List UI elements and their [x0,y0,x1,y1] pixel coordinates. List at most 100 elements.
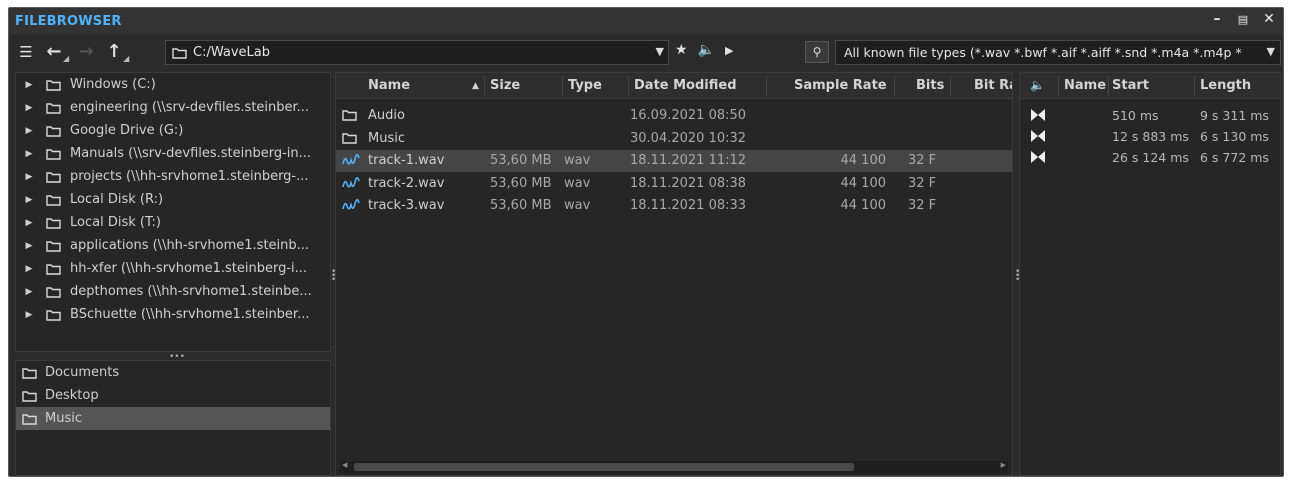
column-header-size[interactable]: Size [490,78,520,93]
filebrowser-panel: FILEBROWSER – ▤ ✕ ☰ ← ◢ → ↑ ◢ C:/WaveLab… [8,7,1284,477]
column-header-name[interactable]: Name [368,78,410,93]
tree-item-label: depthomes (\\hh-srvhome1.steinbe... [70,284,312,299]
tree-item[interactable]: ▶ engineering (\\srv-devfiles.steinber... [16,96,330,119]
expand-triangle-icon[interactable]: ▶ [20,218,38,228]
up-history-chevron-icon[interactable]: ◢ [123,54,129,63]
file-bits: 32 F [908,153,937,168]
marker-length: 9 s 311 ms [1200,108,1269,123]
column-header-bits[interactable]: Bits [916,78,944,93]
tree-item-label: Windows (C:) [70,77,156,92]
horizontal-scrollbar[interactable]: ◀ ▶ [340,461,1008,473]
play-icon[interactable]: ▶ [725,44,733,57]
column-header-type[interactable]: Type [568,78,602,93]
expand-triangle-icon[interactable]: ▶ [20,310,38,320]
marker-icon [1030,150,1046,164]
folder-icon [22,390,37,402]
star-icon[interactable]: ★ [675,42,688,58]
file-row[interactable]: Music 30.04.2020 10:32 [336,128,1012,150]
folder-icon [46,171,61,183]
file-list: Name ▲ Size Type Date Modified Sample Ra… [335,72,1013,476]
back-history-chevron-icon[interactable]: ◢ [63,54,69,63]
tree-item[interactable]: ▶ hh-xfer (\\hh-srvhome1.steinberg-i... [16,257,330,280]
path-field[interactable]: C:/WaveLab ▼ [165,40,669,65]
file-type-filter[interactable]: All known file types (*.wav *.bwf *.aif … [835,40,1281,65]
file-name: track-1.wav [368,153,445,168]
scroll-left-icon[interactable]: ◀ [342,461,347,469]
file-row[interactable]: Audio 16.09.2021 08:50 [336,105,1012,127]
expand-triangle-icon[interactable]: ▶ [20,126,38,136]
expand-triangle-icon[interactable]: ▶ [20,195,38,205]
column-header-marker-name[interactable]: Name [1064,78,1106,93]
up-arrow-icon[interactable]: ↑ [103,40,125,64]
back-arrow-icon[interactable]: ← [43,40,65,64]
marker-row[interactable]: 26 s 124 ms 6 s 772 ms [1020,147,1280,168]
favorite-item[interactable]: Desktop [16,384,330,407]
toolbar: ☰ ← ◢ → ↑ ◢ C:/WaveLab ▼ ★ 🔈 ▶ ⚲ All kno… [9,38,1283,68]
file-row[interactable]: track-1.wav 53,60 MB wav 18.11.2021 11:12 44… [336,150,1012,172]
view-options-icon[interactable]: ☰ [15,40,37,64]
title-bar: FILEBROWSER – ▤ ✕ [9,8,1283,34]
column-header-bit-rate[interactable]: Bit Ra [974,78,1012,93]
file-row[interactable]: track-3.wav 53,60 MB wav 18.11.2021 08:33 44… [336,195,1012,217]
chevron-down-icon[interactable]: ▼ [656,45,664,58]
favorite-item[interactable]: Documents [16,361,330,384]
waveform-icon [342,198,360,217]
file-date-modified: 18.11.2021 11:12 [630,153,747,168]
tree-item[interactable]: ▶ Windows (C:) [16,73,330,96]
scroll-right-icon[interactable]: ▶ [1001,461,1006,469]
marker-start: 12 s 883 ms [1112,129,1189,144]
column-header-length[interactable]: Length [1200,78,1251,93]
file-name: Audio [368,108,405,123]
folder-tree: ▶ Windows (C:) ▶ engineering (\\srv-devfile… [15,72,331,352]
column-header-start[interactable]: Start [1112,78,1149,93]
column-header-sample-rate[interactable]: Sample Rate [794,78,887,93]
tree-item[interactable]: ▶ Google Drive (G:) [16,119,330,142]
tree-item[interactable]: ▶ BSchuette (\\hh-srvhome1.steinber... [16,303,330,326]
speaker-icon[interactable]: 🔈 [1030,78,1045,92]
folder-icon [46,286,61,298]
expand-triangle-icon[interactable]: ▶ [20,80,38,90]
chevron-down-icon[interactable]: ▼ [1267,45,1275,58]
marker-row[interactable]: 12 s 883 ms 6 s 130 ms [1020,126,1280,147]
expand-triangle-icon[interactable]: ▶ [20,172,38,182]
tree-item[interactable]: ▶ Local Disk (R:) [16,188,330,211]
file-bits: 32 F [908,198,937,213]
forward-arrow-icon[interactable]: → [75,40,97,64]
tree-item-label: applications (\\hh-srvhome1.steinb... [70,238,310,253]
close-icon[interactable]: ✕ [1261,11,1277,29]
tree-item[interactable]: ▶ depthomes (\\hh-srvhome1.steinbe... [16,280,330,303]
folder-icon [46,79,61,91]
minimize-icon[interactable]: – [1209,11,1225,29]
marker-row[interactable]: 510 ms 9 s 311 ms [1020,105,1280,126]
folder-icon [46,125,61,137]
tree-item[interactable]: ▶ projects (\\hh-srvhome1.steinberg-... [16,165,330,188]
folder-icon [46,194,61,206]
waveform-icon [342,153,360,172]
scrollbar-thumb[interactable] [354,463,854,471]
file-row[interactable]: track-2.wav 53,60 MB wav 18.11.2021 08:38 44… [336,173,1012,195]
speaker-icon[interactable]: 🔈 [698,42,715,58]
expand-triangle-icon[interactable]: ▶ [20,149,38,159]
expand-triangle-icon[interactable]: ▶ [20,264,38,274]
expand-triangle-icon[interactable]: ▶ [20,241,38,251]
search-button[interactable]: ⚲ [805,41,829,63]
sort-ascending-icon: ▲ [472,81,479,91]
expand-triangle-icon[interactable]: ▶ [20,287,38,297]
tree-item-label: BSchuette (\\hh-srvhome1.steinber... [70,307,310,322]
folder-icon [22,367,37,379]
folder-icon [342,132,357,148]
layout-icon[interactable]: ▤ [1235,11,1251,29]
panel-title: FILEBROWSER [15,13,122,29]
file-name: track-2.wav [368,175,445,191]
favorite-item[interactable]: Music [16,407,330,430]
favorite-item-label: Documents [45,365,120,380]
path-text: C:/WaveLab [193,45,270,60]
tree-item[interactable]: ▶ Manuals (\\srv-devfiles.steinberg-in... [16,142,330,165]
file-date-modified: 18.11.2021 08:33 [630,198,747,213]
tree-item[interactable]: ▶ Local Disk (T:) [16,211,330,234]
expand-triangle-icon[interactable]: ▶ [20,103,38,113]
column-header-date-modified[interactable]: Date Modified [634,78,737,93]
marker-icon [1030,108,1046,122]
file-size: 53,60 MB [490,175,552,191]
tree-item[interactable]: ▶ applications (\\hh-srvhome1.steinb... [16,234,330,257]
